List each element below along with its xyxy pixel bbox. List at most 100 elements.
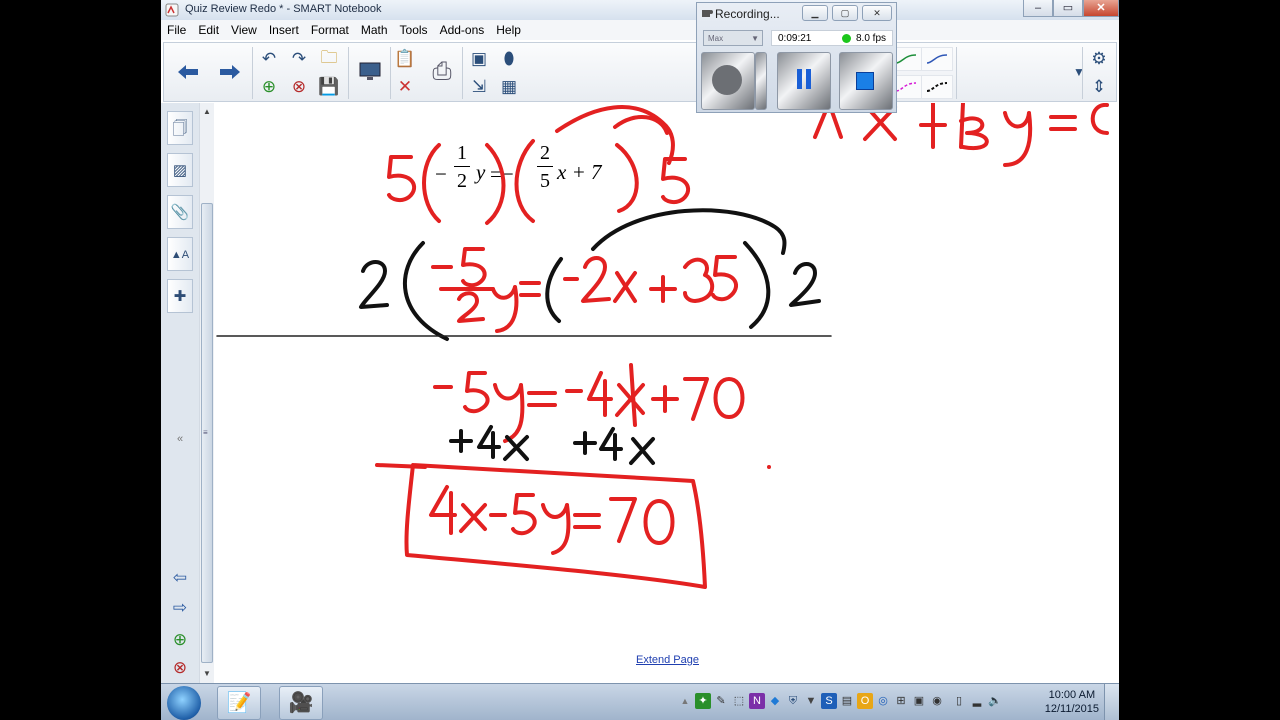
skype-tray-icon[interactable]: S bbox=[821, 693, 837, 709]
screen-shade-icon[interactable] bbox=[352, 52, 388, 92]
maximize-button[interactable]: ▭ bbox=[1053, 0, 1083, 17]
tray-app-icon-3[interactable]: ⬚ bbox=[731, 693, 747, 709]
minimize-button[interactable]: – bbox=[1023, 0, 1053, 17]
side-forward-arrow-icon[interactable]: ⇨ bbox=[169, 597, 191, 619]
menu-edit[interactable]: Edit bbox=[192, 20, 225, 37]
recorder-close-button[interactable]: ✕ bbox=[862, 5, 892, 21]
title-bar: Quiz Review Redo * - SMART Notebook – ▭ … bbox=[161, 0, 1119, 21]
side-tab-bar: 🗍 ▨ 📎 ▲A ✚ « ⇦ ⇨ ⊕ ⊗ bbox=[161, 103, 199, 683]
recorder-fps: 8.0 fps bbox=[856, 33, 887, 44]
recorder-app-icon bbox=[702, 10, 713, 17]
collapse-tabs-chevron-icon[interactable]: « bbox=[169, 428, 191, 450]
menu-insert[interactable]: Insert bbox=[263, 20, 305, 37]
recorder-minimize-button[interactable]: ▁ bbox=[802, 5, 828, 21]
table-icon[interactable]: ▦ bbox=[496, 74, 522, 100]
close-button[interactable]: ✕ bbox=[1083, 0, 1119, 17]
menu-file[interactable]: File bbox=[161, 20, 192, 37]
stop-icon bbox=[856, 72, 874, 90]
forward-arrow-icon[interactable] bbox=[212, 52, 248, 92]
ink-result-equation bbox=[433, 363, 771, 469]
menu-view[interactable]: View bbox=[225, 20, 263, 37]
settings-icon[interactable]: ⚙ bbox=[1086, 46, 1112, 72]
page-sorter-icon[interactable]: ⇲ bbox=[466, 74, 492, 100]
menu-math[interactable]: Math bbox=[355, 20, 394, 37]
scroll-down-icon[interactable]: ▼ bbox=[200, 667, 214, 681]
pause-button[interactable] bbox=[777, 52, 831, 110]
extend-page-link[interactable]: Extend Page bbox=[636, 654, 699, 666]
gallery-tab-icon[interactable]: ▨ bbox=[167, 153, 193, 187]
tray-app-icon-9[interactable]: ⊞ bbox=[893, 693, 909, 709]
record-button[interactable] bbox=[701, 52, 755, 110]
menu-addons[interactable]: Add-ons bbox=[434, 20, 491, 37]
delete-icon[interactable]: ✕ bbox=[392, 74, 418, 100]
record-options-button[interactable] bbox=[755, 52, 767, 110]
vertical-scrollbar[interactable]: ▲ ≡ ▼ bbox=[199, 103, 214, 683]
recorder-restore-button[interactable]: ▢ bbox=[832, 5, 858, 21]
tray-app-icon-7[interactable]: O bbox=[857, 693, 873, 709]
menu-help[interactable]: Help bbox=[490, 20, 527, 37]
scroll-up-icon[interactable]: ▲ bbox=[200, 105, 214, 119]
side-delete-page-icon[interactable]: ⊗ bbox=[169, 657, 191, 679]
tray-app-icon-6[interactable]: ▤ bbox=[839, 693, 855, 709]
menu-bar: File Edit View Insert Format Math Tools Add-ons… bbox=[161, 20, 1119, 40]
windows-taskbar: 📝 🎥 ▲ ✦ ✎ ⬚ N ◆ ⛨ ▼ S ▤ O ◎ ⊞ ▣ ◉ ▯ ▂ 🔈 … bbox=[161, 683, 1119, 720]
battery-icon[interactable]: ▯ bbox=[951, 693, 967, 709]
properties-tab-icon[interactable]: ▲A bbox=[167, 237, 193, 271]
ink-add-4x bbox=[449, 425, 655, 465]
fill-icon[interactable]: ⬮ bbox=[496, 46, 522, 72]
tray-expand-icon[interactable]: ▲ bbox=[677, 693, 693, 709]
clock-date: 12/11/2015 bbox=[1044, 703, 1099, 715]
tray-app-icon-4[interactable]: ◆ bbox=[767, 693, 783, 709]
recorder-window: Recording... ▁ ▢ ✕ Max ▼ 0:09:21 8.0 fps bbox=[696, 2, 897, 113]
toolbar-position-icon[interactable]: ⇕ bbox=[1086, 74, 1112, 100]
window-title: Quiz Review Redo * - SMART Notebook bbox=[185, 3, 382, 15]
smart-notebook-window: Quiz Review Redo * - SMART Notebook – ▭ … bbox=[161, 0, 1119, 720]
stop-button[interactable] bbox=[839, 52, 893, 110]
undo-icon[interactable]: ↶ bbox=[256, 46, 282, 72]
ink-layer bbox=[216, 103, 1109, 589]
start-button-icon[interactable] bbox=[167, 686, 201, 720]
recording-indicator-icon bbox=[842, 34, 851, 43]
taskbar-notebook-icon[interactable]: 📝 bbox=[217, 686, 261, 720]
side-back-arrow-icon[interactable]: ⇦ bbox=[169, 567, 191, 589]
add-page-icon[interactable]: ⊕ bbox=[256, 74, 282, 100]
redo-icon[interactable]: ↷ bbox=[286, 46, 312, 72]
page-sorter-tab-icon[interactable]: 🗍 bbox=[167, 111, 193, 145]
clock-time: 10:00 AM bbox=[1048, 689, 1096, 701]
side-add-page-icon[interactable]: ⊕ bbox=[169, 629, 191, 651]
open-folder-icon[interactable]: 🗀 bbox=[316, 46, 342, 72]
pen-style-black-dashed[interactable] bbox=[921, 75, 953, 99]
pause-icon bbox=[797, 69, 802, 89]
capture-icon[interactable]: ⎙ bbox=[424, 52, 460, 92]
menu-tools[interactable]: Tools bbox=[394, 20, 434, 37]
record-icon bbox=[712, 65, 742, 95]
tray-app-icon-10[interactable]: ▣ bbox=[911, 693, 927, 709]
pen-style-navy[interactable] bbox=[921, 47, 953, 71]
security-shield-icon[interactable]: ⛨ bbox=[785, 693, 801, 709]
back-arrow-icon[interactable] bbox=[170, 52, 206, 92]
menu-format[interactable]: Format bbox=[305, 20, 355, 37]
tray-app-icon-2[interactable]: ✎ bbox=[713, 693, 729, 709]
ink-multiply-by-2-black bbox=[359, 208, 821, 341]
paste-icon[interactable]: 📋 bbox=[392, 46, 418, 72]
attachments-tab-icon[interactable]: 📎 bbox=[167, 195, 193, 229]
onenote-tray-icon[interactable]: N bbox=[749, 693, 765, 709]
delete-page-icon[interactable]: ⊗ bbox=[286, 74, 312, 100]
tray-app-icon-11[interactable]: ◉ bbox=[929, 693, 945, 709]
tray-app-icon-8[interactable]: ◎ bbox=[875, 693, 891, 709]
network-signal-icon[interactable]: ▂ bbox=[969, 693, 985, 709]
recorder-title: Recording... bbox=[715, 7, 780, 21]
taskbar-recorder-icon[interactable]: 🎥 bbox=[279, 686, 323, 720]
whiteboard-canvas[interactable]: − 1 2 y =− 2 5 x + 7 Extend Page bbox=[215, 103, 1119, 683]
save-icon[interactable]: 💾 bbox=[316, 74, 342, 100]
show-desktop-button[interactable] bbox=[1104, 684, 1119, 720]
tray-app-icon-1[interactable]: ✦ bbox=[695, 693, 711, 709]
recorder-mode-dropdown[interactable]: Max ▼ bbox=[703, 30, 763, 46]
chevron-down-icon: ▼ bbox=[751, 34, 759, 43]
ink-boxed-answer bbox=[375, 463, 707, 589]
taskbar-clock[interactable]: 10:00 AM 12/11/2015 bbox=[1045, 688, 1099, 716]
addons-tab-icon[interactable]: ✚ bbox=[167, 279, 193, 313]
capture-toolbar-icon[interactable]: ▣ bbox=[466, 46, 492, 72]
tray-app-icon-5[interactable]: ▼ bbox=[803, 693, 819, 709]
volume-icon[interactable]: 🔈 bbox=[987, 693, 1003, 709]
